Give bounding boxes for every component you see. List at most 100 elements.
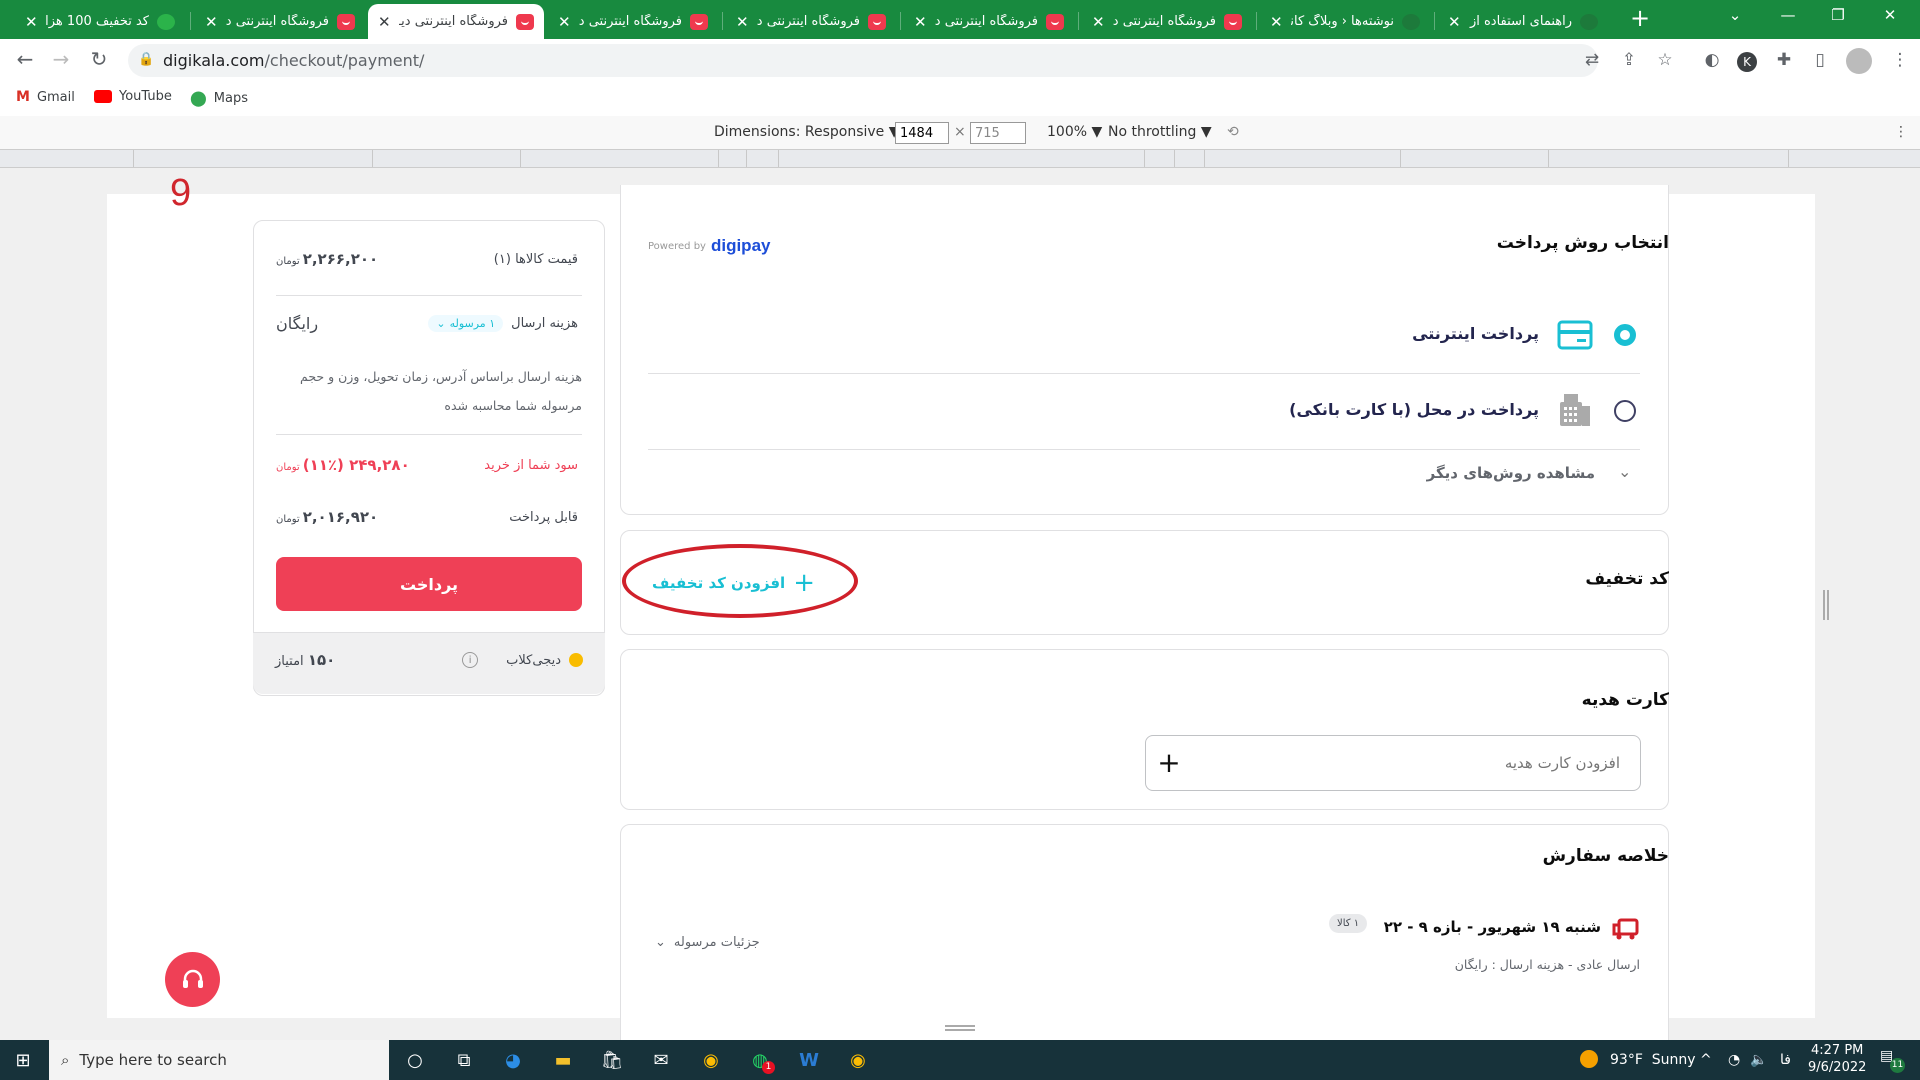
payment-method-title: انتخاب روش پرداخت: [1496, 233, 1669, 253]
headset-icon: [182, 969, 203, 988]
bookmark-youtube[interactable]: YouTube: [94, 89, 172, 104]
media-query-ruler[interactable]: [0, 150, 1920, 168]
close-tab-icon[interactable]: ✕: [205, 13, 218, 31]
pay-button[interactable]: پرداخت: [276, 557, 582, 611]
browser-tab[interactable]: نوشته‌ها ‹ وبلاگ کانـ ✕: [1260, 4, 1430, 39]
back-button[interactable]: ←: [10, 47, 40, 71]
browser-tab-active[interactable]: فروشگاه اینترنتی دیـ ✕: [368, 4, 544, 39]
wifi-icon[interactable]: ◔: [1728, 1052, 1740, 1068]
minimize-button[interactable]: —: [1768, 6, 1808, 24]
savings-row: سود شما از خرید ۲۴۹,۲۸۰ (۱۱٪)تومان: [276, 456, 578, 474]
volume-icon[interactable]: 🔈: [1750, 1052, 1767, 1068]
delivery-truck-icon: [1612, 918, 1639, 940]
devtools-device-toolbar: Dimensions: Responsive ▼ × 100% ▼ No thr…: [0, 116, 1920, 150]
delivery-time: شنبه ۱۹ شهریور - بازه ۹ - ۲۲: [1383, 918, 1601, 936]
mail-icon[interactable]: ✉: [646, 1046, 676, 1074]
digiclub-footer: دیجی‌کلاب i ۱۵۰ امتیاز: [253, 632, 605, 694]
language-indicator[interactable]: فا: [1780, 1052, 1791, 1068]
throttling-dropdown[interactable]: No throttling ▼: [1108, 124, 1212, 140]
bookmark-gmail[interactable]: M Gmail: [16, 89, 75, 105]
close-tab-icon[interactable]: ✕: [558, 13, 571, 31]
chevron-down-icon: ⌄: [655, 935, 666, 950]
blog-favicon-icon: [1402, 13, 1420, 30]
info-icon[interactable]: i: [462, 652, 479, 668]
menu-kebab-icon[interactable]: ⋮: [1888, 50, 1912, 70]
gift-card-input[interactable]: [1145, 735, 1641, 791]
percent-favicon-icon: [157, 13, 175, 30]
browser-tab[interactable]: راهنمای استفاده از کـ ✕: [1438, 4, 1608, 39]
forward-button[interactable]: →: [46, 47, 76, 71]
bookmark-maps[interactable]: ⬤ Maps: [190, 89, 248, 107]
profile-extension-icon[interactable]: K: [1737, 52, 1757, 72]
weather-widget[interactable]: 93°F Sunny: [1610, 1052, 1696, 1068]
store-icon[interactable]: 🛍: [597, 1046, 627, 1074]
digikala-favicon-icon: [337, 13, 355, 30]
clock[interactable]: 4:27 PM 9/6/2022: [1808, 1042, 1866, 1076]
shipment-count-badge[interactable]: ۱ مرسوله ⌄: [428, 315, 504, 332]
close-tab-icon[interactable]: ✕: [1092, 13, 1105, 31]
add-gift-card-plus-icon[interactable]: +: [1156, 746, 1182, 779]
shipping-note: هزینه ارسال براساس آدرس، زمان تحویل، وزن…: [300, 369, 582, 413]
avatar[interactable]: [1846, 48, 1872, 74]
close-window-button[interactable]: ✕: [1870, 6, 1910, 24]
order-summary-card: [620, 824, 1669, 1054]
url-text[interactable]: digikala.com/checkout/payment/: [163, 51, 424, 70]
edge-icon[interactable]: ◕: [498, 1046, 528, 1074]
viewport-width-input[interactable]: [895, 122, 949, 144]
tray-overflow-icon[interactable]: ^: [1700, 1052, 1712, 1068]
browser-tab[interactable]: فروشگاه اینترنتی دیـ ✕: [904, 4, 1074, 39]
digikala-favicon-icon: [690, 13, 708, 30]
taskbar-search[interactable]: ⌕ Type here to search: [49, 1040, 389, 1080]
lock-icon: 🔒: [138, 52, 155, 67]
dimensions-dropdown[interactable]: Dimensions: Responsive ▼: [714, 124, 900, 140]
viewport-resize-handle-right[interactable]: [1823, 590, 1829, 620]
chrome-icon[interactable]: ◉: [696, 1046, 726, 1074]
extensions-puzzle-icon[interactable]: ✚: [1772, 50, 1796, 70]
radio-selected[interactable]: [1614, 324, 1636, 346]
close-tab-icon[interactable]: ✕: [1270, 13, 1283, 31]
notifications-icon[interactable]: ▤ 11: [1880, 1048, 1905, 1073]
browser-tab[interactable]: کد تخفیف 100 هزار ✕: [15, 4, 185, 39]
guide-favicon-icon: [1580, 13, 1598, 30]
close-tab-icon[interactable]: ✕: [914, 13, 927, 31]
close-tab-icon[interactable]: ✕: [1448, 13, 1461, 31]
notification-count: 11: [1890, 1058, 1905, 1073]
new-tab-button[interactable]: +: [1625, 4, 1655, 32]
restore-button[interactable]: ❐: [1818, 6, 1858, 24]
radio-unselected[interactable]: [1614, 400, 1636, 422]
extension-icon[interactable]: ◐: [1700, 50, 1724, 70]
browser-tab[interactable]: فروشگاه اینترنتی دیـ ✕: [548, 4, 718, 39]
word-icon[interactable]: W: [794, 1046, 824, 1074]
shipment-details-link[interactable]: جزئیات مرسوله ⌄: [655, 935, 760, 950]
chevron-down-icon: ⌄: [436, 317, 446, 330]
browser-tab[interactable]: فروشگاه اینترنتی دیـ ✕: [1082, 4, 1252, 39]
translate-icon[interactable]: ⇄: [1580, 50, 1604, 70]
rotate-icon[interactable]: ⟲: [1227, 124, 1239, 140]
side-panel-icon[interactable]: ▯: [1808, 50, 1832, 70]
viewport-resize-handle-bottom[interactable]: [945, 1025, 975, 1031]
viewport-height-input[interactable]: [970, 122, 1026, 144]
devtools-more-icon[interactable]: ⋮: [1894, 124, 1908, 140]
search-icon: ⌕: [61, 1051, 70, 1069]
digiclub-coin-icon: [569, 653, 583, 667]
red-annotation-ellipse: [622, 544, 858, 618]
cortana-icon[interactable]: ○: [400, 1046, 430, 1074]
reload-button[interactable]: ↻: [84, 47, 114, 71]
browser-tab[interactable]: فروشگاه اینترنتی دیـ ✕: [726, 4, 896, 39]
close-tab-icon[interactable]: ✕: [736, 13, 749, 31]
close-tab-icon[interactable]: ✕: [378, 13, 391, 31]
support-button[interactable]: [165, 952, 220, 1007]
items-price-row: قیمت کالاها (۱) ۲,۲۶۶,۲۰۰تومان: [276, 250, 578, 268]
share-icon[interactable]: ⇪: [1617, 50, 1641, 70]
tab-search-icon[interactable]: ⌄: [1715, 6, 1755, 24]
close-tab-icon[interactable]: ✕: [25, 13, 38, 31]
chrome-icon-2[interactable]: ◉: [843, 1046, 873, 1074]
whatsapp-icon[interactable]: ◍ 1: [745, 1046, 775, 1074]
bookmark-star-icon[interactable]: ☆: [1653, 50, 1677, 70]
digikala-favicon-icon: [868, 13, 886, 30]
zoom-dropdown[interactable]: 100% ▼: [1047, 124, 1102, 140]
windows-start-icon[interactable]: ⊞: [8, 1046, 38, 1074]
browser-tab[interactable]: فروشگاه اینترنتی دیـ ✕: [195, 4, 365, 39]
task-view-icon[interactable]: ⧉: [449, 1046, 479, 1074]
file-explorer-icon[interactable]: ▬: [548, 1046, 578, 1074]
